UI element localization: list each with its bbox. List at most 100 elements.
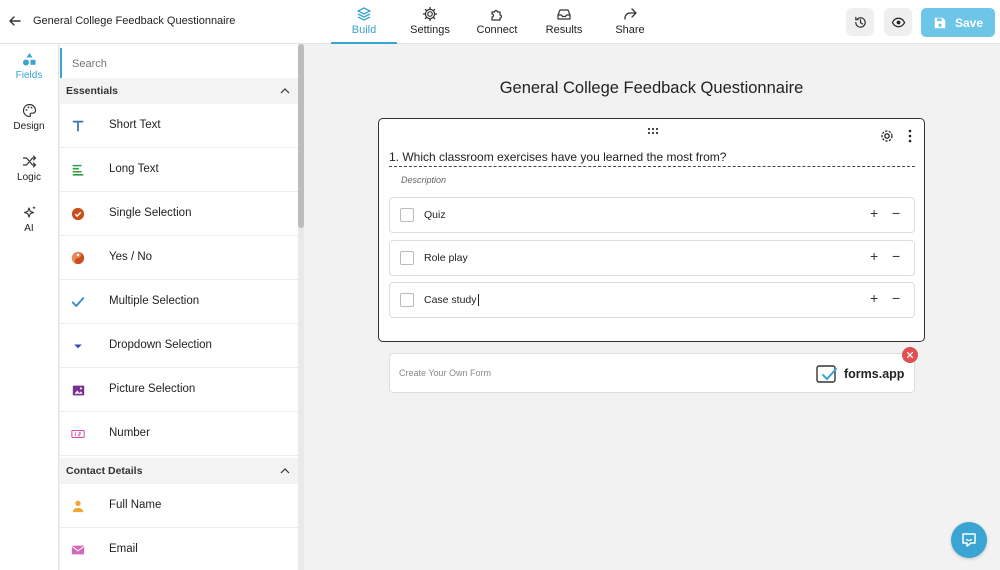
field-item-picture-selection[interactable]: Picture Selection [60,368,298,412]
envelope-icon [70,542,86,558]
field-item-label: Single Selection [109,207,192,219]
field-item-dropdown-selection[interactable]: Dropdown Selection [60,324,298,368]
tab-connect[interactable]: Connect [472,4,522,44]
field-item-full-name[interactable]: Full Name [60,484,298,528]
search-input[interactable] [60,48,298,80]
option-row: Case study + − [389,282,915,318]
puzzle-icon [491,9,503,21]
tab-results[interactable]: Results [539,4,589,44]
field-item-multiple-selection[interactable]: Multiple Selection [60,280,298,324]
tab-share[interactable]: Share [607,4,653,44]
field-item-label: Yes / No [109,251,153,263]
section-header-contact-details[interactable]: Contact Details [60,458,298,484]
save-button[interactable]: Save [921,8,995,37]
gear-icon [422,6,438,22]
field-item-label: Number [109,427,150,439]
preview-button[interactable] [884,8,912,36]
option-row: Quiz + − [389,197,915,233]
palette-icon [22,103,36,118]
number-icon [70,426,86,442]
scrollbar-thumb[interactable] [298,44,304,228]
eye-icon [891,17,905,27]
rail-label-design: Design [13,121,45,132]
field-item-email[interactable]: Email [60,528,298,570]
question-text[interactable]: 1. Which classroom exercises have you le… [389,150,915,167]
chat-bubble-icon [962,533,976,547]
close-icon [906,351,914,359]
tab-settings[interactable]: Settings [404,4,456,44]
drag-handle-icon[interactable] [647,127,659,135]
rail-label-logic: Logic [17,172,41,183]
option-text-editing[interactable]: Case study [424,294,479,307]
section-header-essentials[interactable]: Essentials [60,78,298,104]
rail-item-fields[interactable]: Fields [0,52,58,81]
option-checkbox[interactable] [400,251,414,265]
field-item-label: Email [109,543,138,555]
panel-scrollbar[interactable] [298,44,304,570]
save-label: Save [954,15,984,30]
forms-app-logo[interactable]: forms.app [816,363,908,385]
remove-option-icon[interactable]: − [892,205,900,221]
question-description[interactable]: Description [401,175,446,185]
section-title: Contact Details [66,465,143,477]
picture-icon [70,382,86,398]
rail-item-logic[interactable]: Logic [0,154,58,183]
check-circle-icon [70,206,86,222]
chevron-up-icon [280,468,290,474]
section-title: Essentials [66,85,118,97]
yes-no-icon [70,250,86,266]
field-item-short-text[interactable]: Short Text [60,104,298,148]
option-checkbox[interactable] [400,208,414,222]
tab-build[interactable]: Build [331,4,397,44]
document-title: General College Feedback Questionnaire [33,15,236,27]
more-vertical-icon[interactable] [906,129,914,143]
field-item-long-text[interactable]: Long Text [60,148,298,192]
question-card[interactable]: 1. Which classroom exercises have you le… [378,118,925,342]
tab-connect-label: Connect [476,24,518,36]
field-item-label: Picture Selection [109,383,196,395]
field-item-yes-no[interactable]: Yes / No [60,236,298,280]
text-t-icon [70,118,86,134]
gear-icon[interactable] [879,128,895,144]
option-checkbox[interactable] [400,293,414,307]
remove-option-icon[interactable]: − [892,290,900,306]
chevron-up-icon [280,88,290,94]
person-icon [70,498,86,514]
checkmark-icon [70,294,86,310]
tab-share-label: Share [615,24,645,36]
rail-label-ai: AI [24,223,34,234]
rail-item-design[interactable]: Design [0,103,58,132]
add-option-icon[interactable]: + [870,205,878,221]
logo-text: forms.app [844,367,905,381]
text-cursor [477,294,479,307]
share-arrow-icon [624,8,637,20]
back-arrow-icon[interactable] [6,12,24,30]
field-item-single-selection[interactable]: Single Selection [60,192,298,236]
option-text[interactable]: Case study [424,294,477,306]
tab-settings-label: Settings [410,24,450,36]
tab-results-label: Results [545,24,583,36]
field-item-label: Dropdown Selection [109,339,212,351]
option-text[interactable]: Role play [424,252,468,264]
long-text-icon [70,162,86,178]
inbox-icon [557,9,571,20]
remove-branding-button[interactable] [902,347,918,363]
field-item-number[interactable]: Number [60,412,298,456]
form-title[interactable]: General College Feedback Questionnaire [378,79,925,98]
shuffle-icon [22,155,36,168]
field-item-label: Long Text [109,163,159,175]
remove-option-icon[interactable]: − [892,248,900,264]
tab-build-label: Build [351,24,377,36]
shapes-icon [22,53,35,66]
history-button[interactable] [846,8,874,36]
add-option-icon[interactable]: + [870,248,878,264]
option-row: Role play + − [389,240,915,276]
chat-support-button[interactable] [951,522,987,558]
field-item-label: Multiple Selection [109,295,200,307]
fields-panel: Essentials Short Text Long Text Single S… [60,44,298,570]
branding-text: Create Your Own Form [399,368,492,378]
dropdown-caret-icon [70,338,86,354]
option-text[interactable]: Quiz [424,209,446,221]
rail-item-ai[interactable]: AI [0,205,58,234]
add-option-icon[interactable]: + [870,290,878,306]
